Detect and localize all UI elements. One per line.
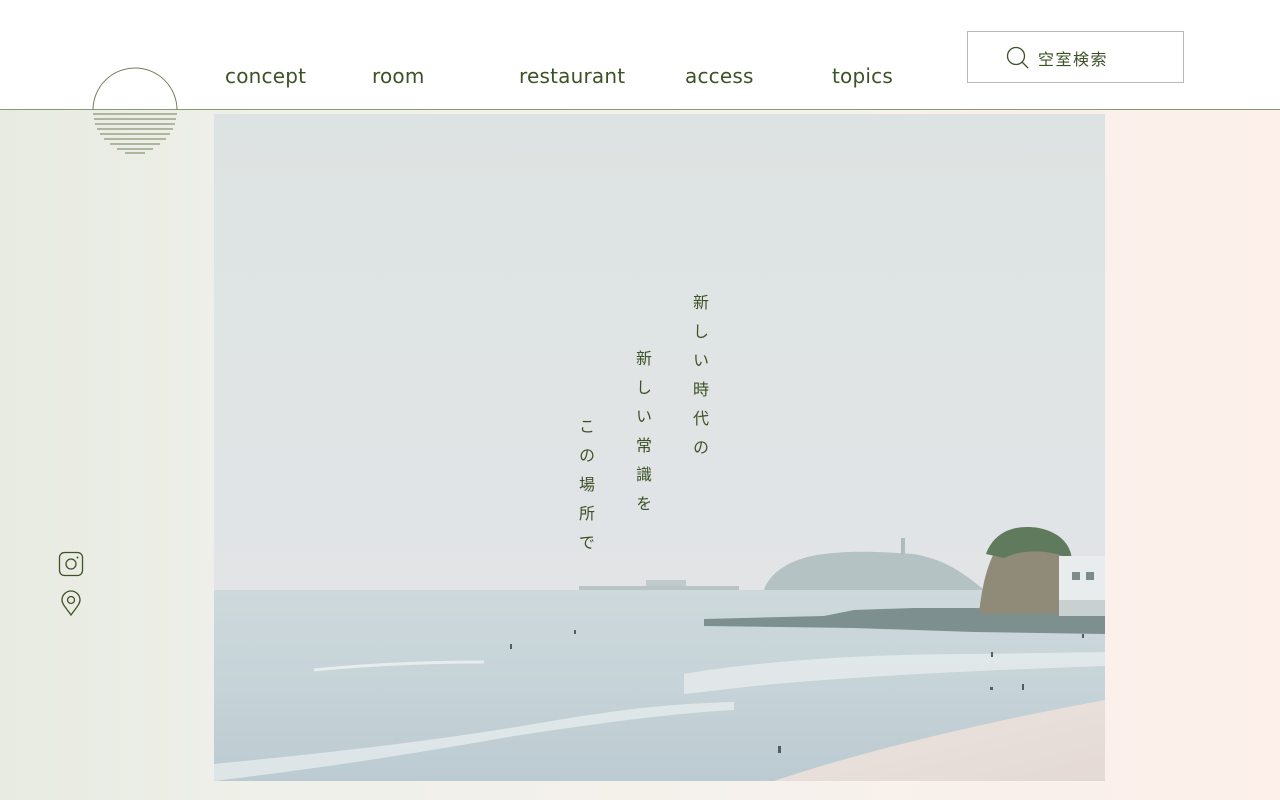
- hero-line-1: 新しい時代の: [690, 294, 709, 468]
- nav-restaurant[interactable]: restaurant: [519, 64, 625, 88]
- search-icon: [1006, 46, 1029, 69]
- hero-image: [214, 114, 1105, 781]
- search-label: 空室検索: [1038, 50, 1109, 69]
- nav-concept[interactable]: concept: [225, 64, 306, 88]
- nav-access[interactable]: access: [685, 64, 754, 88]
- instagram-icon[interactable]: [58, 551, 84, 577]
- hero-line-3: この場所で: [576, 418, 595, 563]
- map-pin-icon[interactable]: [58, 590, 84, 616]
- vacancy-search-button[interactable]: 空室検索: [967, 31, 1184, 83]
- nav-room[interactable]: room: [372, 64, 425, 88]
- hero-line-2: 新しい常識を: [633, 350, 652, 524]
- seaside-photo: [214, 114, 1105, 781]
- nav-topics[interactable]: topics: [832, 64, 893, 88]
- sun-logo-icon[interactable]: [90, 64, 180, 160]
